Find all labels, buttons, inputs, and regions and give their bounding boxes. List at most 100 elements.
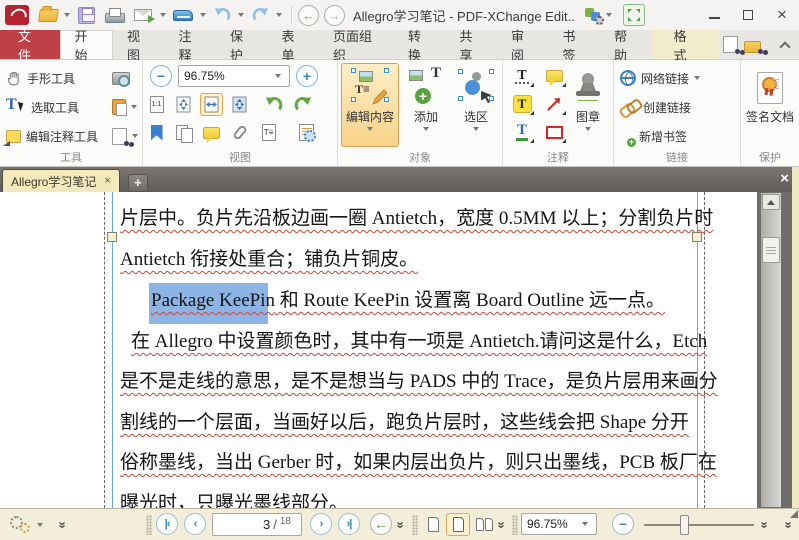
vertical-scrollbar-thumb[interactable] bbox=[762, 237, 780, 263]
attachments-pane-button[interactable] bbox=[228, 121, 251, 144]
edit-content-button[interactable]: T≡ 编辑内容 bbox=[341, 63, 399, 147]
scan-button[interactable] bbox=[169, 3, 197, 27]
fit-visible-button[interactable] bbox=[228, 93, 251, 116]
fit-width-button[interactable] bbox=[200, 93, 223, 116]
edit-annotation-tool-button[interactable]: 编辑注释工具 bbox=[3, 123, 98, 149]
search-folder-icon[interactable] bbox=[743, 40, 763, 54]
print-button[interactable] bbox=[99, 3, 129, 27]
tab-convert[interactable]: 转换 bbox=[394, 29, 446, 63]
tab-form[interactable]: 表单 bbox=[268, 29, 320, 63]
hand-tool-button[interactable]: 手形工具 bbox=[6, 65, 75, 91]
tab-bar-close-icon[interactable]: × bbox=[780, 170, 789, 187]
continuous-layout-button[interactable] bbox=[446, 513, 470, 536]
sign-document-button[interactable]: 签名文档 bbox=[744, 63, 796, 147]
two-page-layout-button[interactable] bbox=[472, 513, 496, 536]
redo-caret-icon[interactable] bbox=[276, 13, 282, 17]
next-page-button[interactable]: › bbox=[310, 513, 332, 535]
tab-organize[interactable]: 页面组织 bbox=[319, 29, 394, 63]
weblink-caret-icon[interactable] bbox=[694, 76, 701, 80]
tab-share[interactable]: 共享 bbox=[445, 29, 497, 63]
close-button[interactable]: × bbox=[765, 2, 799, 28]
history-back-button[interactable]: ← bbox=[298, 4, 319, 26]
paste-button[interactable] bbox=[112, 94, 137, 120]
tab-format[interactable]: 格式 bbox=[651, 29, 719, 63]
zoom-slider-handle[interactable] bbox=[680, 515, 689, 535]
paste-caret-icon[interactable] bbox=[131, 105, 137, 109]
open-button[interactable] bbox=[35, 3, 61, 27]
tab-review[interactable]: 审阅 bbox=[497, 29, 549, 63]
document-tab[interactable]: Allegro学习笔记 × bbox=[2, 169, 120, 192]
layout-overflow-icon[interactable]: » bbox=[495, 521, 510, 527]
fields-pane-button[interactable]: T≡ bbox=[257, 121, 280, 144]
save-button[interactable] bbox=[73, 3, 99, 27]
tab-protect[interactable]: 保护 bbox=[216, 29, 268, 63]
add-bookmark-button[interactable]: + 新增书签 bbox=[620, 123, 687, 149]
selection-button[interactable]: 选区 bbox=[453, 63, 499, 147]
rotate-cw-button[interactable] bbox=[291, 93, 314, 116]
tab-file[interactable]: 文件 bbox=[0, 29, 60, 63]
doc-line-3-rest[interactable]: 和 Route KeePin 设置离 Board Outline 远一点。 bbox=[275, 290, 665, 311]
statusbar-zoom-out-button[interactable]: − bbox=[612, 513, 634, 535]
layout-toolbar-grip[interactable] bbox=[412, 515, 418, 535]
doc-line-7[interactable]: 俗称墨线，当出 Gerber 时，如果内层出负片，则只出墨线，PCB 板厂在 bbox=[120, 447, 717, 474]
doc-line-8[interactable]: 曝光时，只曝光墨线部分。 bbox=[120, 488, 348, 508]
zoom-in-button[interactable]: + bbox=[296, 65, 318, 87]
page-number-input[interactable]: 3 / 18 bbox=[212, 513, 302, 536]
zoom-overflow-icon[interactable]: » bbox=[758, 521, 773, 527]
rotate-ccw-button[interactable] bbox=[262, 93, 285, 116]
highlight-text-button[interactable]: T bbox=[509, 92, 535, 116]
select-tool-button[interactable]: T 选取工具 bbox=[6, 94, 79, 120]
undo-button[interactable] bbox=[209, 3, 235, 27]
nav-toolbar-grip[interactable] bbox=[146, 515, 152, 535]
find-caret-icon[interactable] bbox=[132, 134, 138, 138]
weblink-button[interactable]: 网络链接 bbox=[620, 65, 701, 91]
stamp-button[interactable]: 图章 bbox=[565, 63, 611, 147]
single-page-layout-button[interactable] bbox=[421, 513, 445, 536]
doc-line-3[interactable]: Package KeePin 和 Route KeePin 设置离 Board … bbox=[151, 285, 665, 312]
tab-home[interactable]: 开始 bbox=[59, 29, 113, 63]
new-tab-button[interactable]: + bbox=[127, 174, 148, 192]
statusbar-overflow-left-icon[interactable]: » bbox=[56, 521, 71, 527]
vertical-scrollbar-track[interactable] bbox=[757, 192, 792, 508]
plugins-icon[interactable] bbox=[584, 7, 604, 25]
fit-window-icon[interactable] bbox=[622, 4, 645, 26]
bookmarks-pane-button[interactable] bbox=[145, 121, 168, 144]
create-link-button[interactable]: 创建链接 bbox=[620, 94, 691, 120]
comments-pane-button[interactable] bbox=[200, 121, 223, 144]
doc-line-4[interactable]: 在 Allegro 中设置颜色时，其中有一项是 Antietch.请问这是什么，… bbox=[131, 326, 707, 353]
previous-page-button[interactable]: ‹ bbox=[184, 513, 206, 535]
zoom-toolbar-grip[interactable] bbox=[512, 515, 518, 535]
typewriter-button[interactable]: T bbox=[509, 64, 535, 88]
zoom-slider-track[interactable] bbox=[644, 515, 754, 535]
doc-line-6[interactable]: 割线的一个层面，当画好以后，跑负片层时，这些线会把 Shape 分开 bbox=[120, 407, 689, 434]
first-page-button[interactable]: |‹ bbox=[156, 513, 178, 535]
document-tab-close-icon[interactable]: × bbox=[104, 175, 110, 187]
selection-handle-left[interactable] bbox=[107, 232, 117, 242]
undo-caret-icon[interactable] bbox=[238, 13, 244, 17]
tab-view[interactable]: 视图 bbox=[113, 29, 165, 63]
statusbar-zoom-combo[interactable]: 96.75% bbox=[521, 513, 597, 535]
actual-size-button[interactable]: 1:1 bbox=[145, 93, 168, 116]
email-button[interactable] bbox=[129, 3, 157, 27]
statusbar-overflow-right-icon[interactable]: » bbox=[782, 521, 797, 527]
open-caret-icon[interactable] bbox=[64, 13, 70, 17]
doc-line-1[interactable]: 片层中。负片先沿板边画一圈 Antietch，宽度 0.5MM 以上；分割负片时 bbox=[120, 203, 713, 230]
tab-bookmarks[interactable]: 书签 bbox=[548, 29, 600, 63]
add-object-button[interactable]: T + 添加 bbox=[403, 63, 449, 147]
plugins-caret-icon[interactable] bbox=[605, 13, 612, 17]
thumbnails-pane-button[interactable] bbox=[172, 121, 195, 144]
history-forward-button[interactable]: → bbox=[324, 4, 345, 26]
find-button[interactable] bbox=[112, 123, 138, 149]
snapshot-button[interactable] bbox=[112, 65, 130, 91]
arrow-annotation-button[interactable] bbox=[541, 92, 567, 116]
sticky-note-button[interactable] bbox=[541, 64, 567, 88]
properties-pane-button[interactable] bbox=[295, 121, 318, 144]
email-caret-icon[interactable] bbox=[160, 13, 166, 17]
redo-button[interactable] bbox=[247, 3, 273, 27]
doc-line-3-selected-text[interactable]: Package KeePin bbox=[151, 290, 275, 311]
tab-comment[interactable]: 注释 bbox=[165, 29, 217, 63]
nav-overflow-icon[interactable]: » bbox=[394, 521, 409, 527]
scan-caret-icon[interactable] bbox=[200, 13, 206, 17]
maximize-button[interactable] bbox=[731, 2, 765, 28]
previous-view-button[interactable]: ← bbox=[370, 513, 392, 535]
